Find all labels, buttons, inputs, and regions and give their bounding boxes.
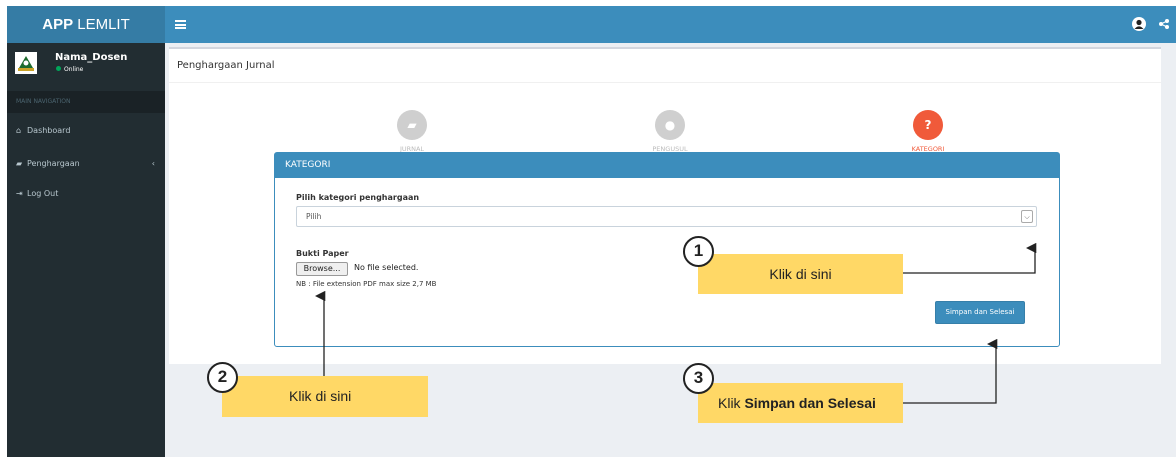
- file-note: NB : File extension PDF max size 2,7 MB: [296, 280, 437, 288]
- step-jurnal[interactable]: ▰ JURNAL: [357, 110, 467, 153]
- callout-1-text: Klik di sini: [769, 266, 832, 282]
- book-icon: ▰: [16, 159, 23, 168]
- callout-3-prefix: Klik: [718, 395, 745, 411]
- sidebar-item-penghargaan[interactable]: ▰ Penghargaan ‹: [7, 152, 165, 176]
- callout-3-bold: Simpan dan Selesai: [744, 395, 876, 411]
- sidebar: Nama_Dosen Online MAIN NAVIGATION ⌂ Dashb…: [7, 43, 165, 457]
- book-icon: ▰: [397, 110, 427, 140]
- brand-logo[interactable]: APP LEMLIT: [7, 6, 165, 43]
- user-status: Online: [56, 66, 83, 73]
- category-label: Pilih kategori penghargaan: [296, 193, 420, 202]
- page-title: Penghargaan Jurnal: [177, 60, 275, 71]
- logo-icon: [15, 52, 37, 74]
- step-kategori[interactable]: ? KATEGORI: [873, 110, 983, 153]
- sidebar-item-label: Penghargaan: [27, 159, 80, 168]
- callout-1-number: 1: [683, 236, 714, 267]
- panel-heading: KATEGORI: [275, 153, 1059, 178]
- save-button[interactable]: Simpan dan Selesai: [935, 301, 1025, 324]
- callout-3-number: 3: [683, 363, 714, 394]
- callout-2-text: Klik di sini: [289, 388, 352, 404]
- chevron-down-icon[interactable]: ⌵: [1021, 210, 1033, 223]
- sidebar-item-label: Dashboard: [27, 126, 71, 135]
- user-icon: ●: [655, 110, 685, 140]
- user-panel: Nama_Dosen Online: [7, 43, 165, 87]
- brand-rest: LEMLIT: [73, 16, 130, 33]
- callout-3: Klik Simpan dan Selesai: [698, 383, 903, 423]
- callout-2-number: 2: [207, 362, 238, 393]
- select-value: Pilih: [306, 212, 322, 221]
- browse-button[interactable]: Browse...: [296, 262, 348, 276]
- callout-1: Klik di sini: [698, 254, 903, 294]
- user-name: Nama_Dosen: [55, 52, 128, 63]
- topbar: [165, 6, 1176, 43]
- nav-header: MAIN NAVIGATION: [7, 91, 165, 113]
- divider: [169, 82, 1161, 83]
- sidebar-item-logout[interactable]: ⇥ Log Out: [7, 182, 165, 206]
- question-icon: ?: [913, 110, 943, 140]
- callout-2: Klik di sini: [222, 376, 428, 417]
- hamburger-icon[interactable]: [175, 20, 186, 29]
- bukti-label: Bukti Paper: [296, 249, 349, 258]
- sidebar-item-dashboard[interactable]: ⌂ Dashboard: [7, 119, 165, 143]
- chevron-left-icon: ‹: [151, 159, 155, 168]
- file-status: No file selected.: [354, 263, 419, 272]
- category-select[interactable]: Pilih ⌵: [296, 206, 1037, 227]
- user-icon[interactable]: [1132, 17, 1146, 31]
- home-icon: ⌂: [16, 126, 22, 135]
- step-pengusul[interactable]: ● PENGUSUL: [615, 110, 725, 153]
- share-icon[interactable]: [1158, 18, 1170, 30]
- sidebar-item-label: Log Out: [27, 189, 59, 198]
- brand-bold: APP: [42, 16, 74, 33]
- kategori-panel: KATEGORI Pilih kategori penghargaan Pili…: [274, 152, 1060, 347]
- logout-icon: ⇥: [16, 189, 23, 198]
